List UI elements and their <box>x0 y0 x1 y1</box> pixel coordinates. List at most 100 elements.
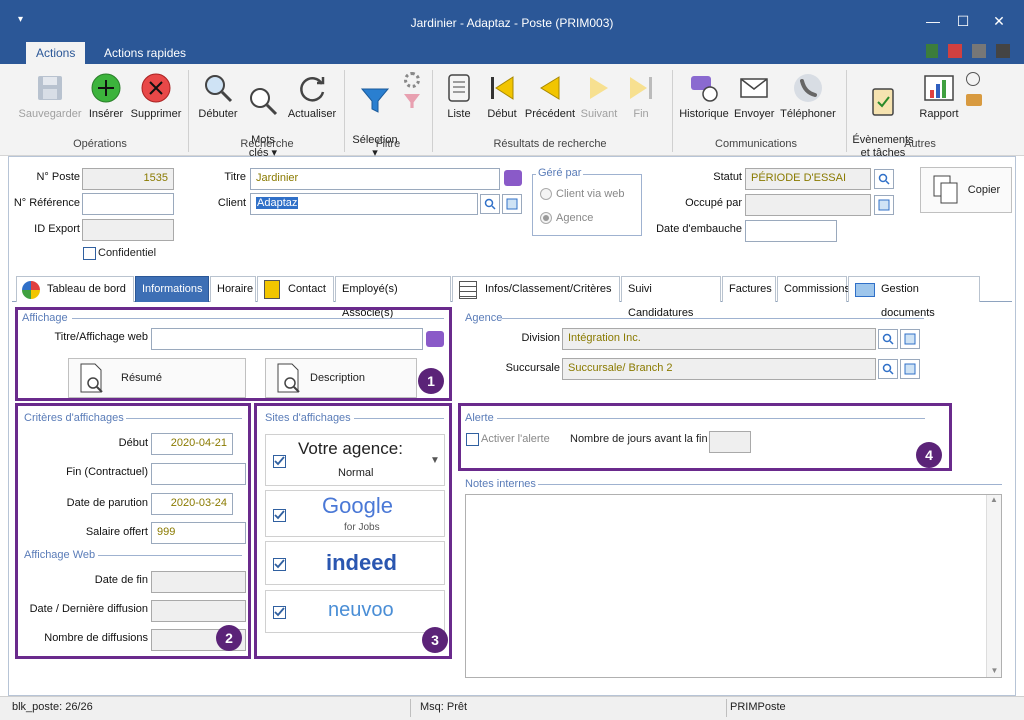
division-field[interactable]: Intégration Inc. <box>562 328 876 350</box>
start-search-button[interactable]: Débuter <box>194 70 242 121</box>
notes-textarea[interactable] <box>465 494 1002 678</box>
occupe-label: Occupé par <box>685 197 742 209</box>
list-button[interactable]: Liste <box>440 70 478 121</box>
radio-client-web[interactable] <box>540 188 552 200</box>
insert-button[interactable]: Insérer <box>86 70 126 121</box>
tab-actions-rapides[interactable]: Actions rapides <box>94 42 196 64</box>
tab-label: Contact <box>288 283 326 295</box>
copy-button[interactable]: Copier <box>920 167 1012 213</box>
occupe-field[interactable] <box>745 194 871 216</box>
tab-label: Infos/Classement/Critères <box>485 283 612 295</box>
last-button[interactable]: Fin <box>622 70 660 121</box>
idexport-field[interactable] <box>82 219 174 241</box>
window-title: Jardinier - Adaptaz - Poste (PRIM003) <box>410 16 614 30</box>
scroll-up-icon[interactable]: ▲ <box>987 495 1001 504</box>
tab-tableau-de-bord[interactable]: Tableau de bord <box>16 276 134 302</box>
clipboard-icon <box>865 83 901 119</box>
search-icon[interactable] <box>480 194 500 214</box>
succursale-label: Succursale <box>505 362 560 374</box>
ribbon-separator <box>846 70 847 152</box>
reference-field[interactable] <box>82 193 174 215</box>
tab-factures[interactable]: Factures <box>722 276 776 302</box>
dashboard-icon <box>22 281 40 299</box>
printer-icon[interactable] <box>972 44 986 58</box>
ribbon-tabs: Actions Actions rapides <box>0 40 1024 64</box>
phone-button[interactable]: Téléphoner <box>778 70 838 121</box>
titre-field[interactable]: Jardinier <box>250 168 500 190</box>
status-bar: blk_poste: 26/26 Msq: Prêt PRIMPoste <box>0 696 1024 720</box>
confidential-label: Confidentiel <box>98 247 157 259</box>
group-communications-label: Communications <box>715 138 797 150</box>
divider <box>502 318 924 319</box>
search-icon[interactable] <box>878 329 898 349</box>
filter-settings-icon[interactable] <box>404 72 420 88</box>
search-icon[interactable] <box>878 359 898 379</box>
next-button[interactable]: Suivant <box>578 70 620 121</box>
ribbon-separator <box>432 70 433 152</box>
tab-actions[interactable]: Actions <box>26 42 86 64</box>
calculator-icon[interactable] <box>926 44 938 58</box>
history-icon <box>686 70 722 106</box>
tab-contact[interactable]: Contact <box>257 276 334 302</box>
list-icon <box>459 281 477 299</box>
status-separator <box>726 699 727 717</box>
badge-4: 4 <box>916 442 942 468</box>
close-button[interactable]: ✕ <box>984 10 1014 32</box>
tab-employes-associes[interactable]: Employé(s) Associé(s) <box>335 276 451 319</box>
reference-label: N° Référence <box>13 197 80 209</box>
confidential-checkbox[interactable] <box>83 247 96 260</box>
phone-icon <box>790 70 826 106</box>
client-field[interactable]: Adaptaz <box>250 193 478 215</box>
tab-gestion-documents[interactable]: Gestion documents <box>848 276 980 319</box>
poste-field[interactable]: 1535 <box>82 168 174 190</box>
scroll-down-icon[interactable]: ▼ <box>987 666 1002 675</box>
tab-horaire[interactable]: Horaire <box>210 276 256 302</box>
clock-icon[interactable] <box>966 72 980 86</box>
clear-filter-icon[interactable] <box>404 94 420 108</box>
tab-label: Gestion documents <box>881 283 935 319</box>
lookup-icon[interactable] <box>874 195 894 215</box>
history-button[interactable]: Historique <box>674 70 734 121</box>
delete-button[interactable]: Supprimer <box>128 70 184 121</box>
settings-icon[interactable] <box>996 44 1010 58</box>
report-button[interactable]: Rapport <box>916 70 962 121</box>
maximize-button[interactable]: ☐ <box>948 10 978 32</box>
client-value: Adaptaz <box>256 197 299 209</box>
lookup-icon[interactable] <box>502 194 522 214</box>
copy-label: Copier <box>967 184 1001 196</box>
scroll-list-icon <box>441 70 477 106</box>
ribbon-separator <box>344 70 345 152</box>
radio-agence[interactable] <box>540 212 552 224</box>
previous-button[interactable]: Précédent <box>522 70 578 121</box>
statut-field[interactable]: PÉRIODE D'ESSAI <box>745 168 871 190</box>
gere-par-label: Géré par <box>536 167 584 179</box>
group-filter-label: Filtre <box>375 138 401 150</box>
speech-bubble-icon[interactable] <box>504 170 522 186</box>
send-button[interactable]: Envoyer <box>734 70 774 121</box>
succursale-field[interactable]: Succursale/ Branch 2 <box>562 358 876 380</box>
notes-scrollbar[interactable]: ▲ ▼ <box>986 495 1001 677</box>
last-icon <box>623 70 659 106</box>
tab-suivi-candidatures[interactable]: Suivi Candidatures <box>621 276 721 319</box>
search-icon[interactable] <box>874 169 894 189</box>
tab-commissions[interactable]: Commissions <box>777 276 850 302</box>
radio-agence-label: Agence <box>556 212 594 224</box>
tab-informations[interactable]: Informations <box>135 276 209 302</box>
lookup-icon[interactable] <box>900 329 920 349</box>
minimize-button[interactable]: — <box>918 10 948 32</box>
embauche-field[interactable] <box>745 220 837 242</box>
briefcase-icon[interactable] <box>966 94 982 106</box>
idexport-label: ID Export <box>34 223 80 235</box>
calendar-icon[interactable] <box>948 44 962 58</box>
first-button[interactable]: Début <box>482 70 522 121</box>
floppy-icon <box>32 70 68 106</box>
lookup-icon[interactable] <box>900 359 920 379</box>
save-button[interactable]: Sauvegarder <box>16 70 84 121</box>
ribbon-separator <box>188 70 189 152</box>
bar-chart-icon <box>921 70 957 106</box>
tab-infos-classement[interactable]: Infos/Classement/Critères <box>452 276 620 302</box>
status-separator <box>410 699 411 717</box>
copy-icon <box>933 175 958 204</box>
title-bar: ▾ Jardinier - Adaptaz - Poste (PRIM003) … <box>0 0 1024 40</box>
refresh-button[interactable]: Actualiser <box>284 70 340 121</box>
